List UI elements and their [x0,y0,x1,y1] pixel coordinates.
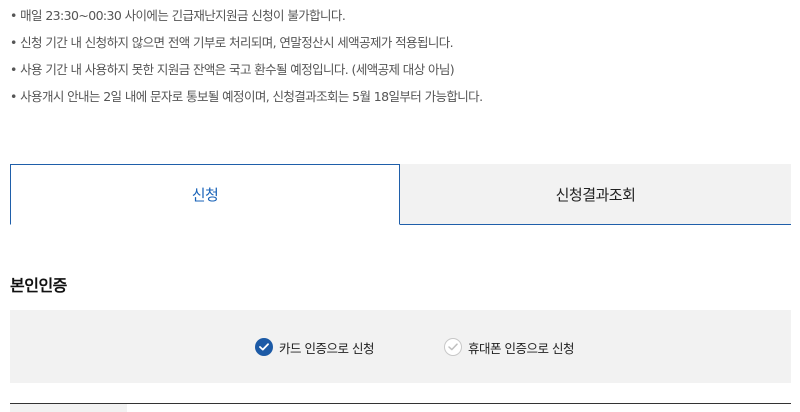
table-top-divider [10,403,791,404]
notice-item: • 사용 기간 내 사용하지 못한 지원금 잔액은 국고 환수될 예정입니다. … [10,62,455,77]
phone-auth-option-label: 휴대폰 인증으로 신청 [468,340,574,356]
phone-auth-option[interactable]: 휴대폰 인증으로 신청 [444,337,574,357]
tab-apply[interactable]: 신청 [10,164,400,225]
card-auth-option[interactable]: 카드 인증으로 신청 [255,337,374,357]
card-auth-option-label: 카드 인증으로 신청 [279,340,374,356]
tab-result-lookup-label: 신청결과조회 [555,185,636,204]
tab-result-lookup[interactable]: 신청결과조회 [400,164,791,225]
section-title: 본인인증 [10,276,67,295]
notice-item: • 사용개시 안내는 2일 내에 문자로 통보될 예정이며, 신청결과조회는 5… [10,89,483,104]
check-circle-outline-icon[interactable] [444,338,462,356]
tab-apply-label: 신청 [191,186,219,204]
notice-list: • 매일 23:30~00:30 사이에는 긴급재난지원금 신청이 불가합니다.… [10,2,790,110]
check-circle-filled-icon[interactable] [255,338,273,356]
notice-item: • 매일 23:30~00:30 사이에는 긴급재난지원금 신청이 불가합니다. [10,8,346,23]
tab-bar: 신청 신청결과조회 [10,164,791,225]
notice-item: • 신청 기간 내 신청하지 않으면 전액 기부로 처리되며, 연말정산시 세액… [10,35,454,50]
auth-method-panel: 카드 인증으로 신청 휴대폰 인증으로 신청 [10,310,791,383]
table-header-cell [10,404,127,412]
